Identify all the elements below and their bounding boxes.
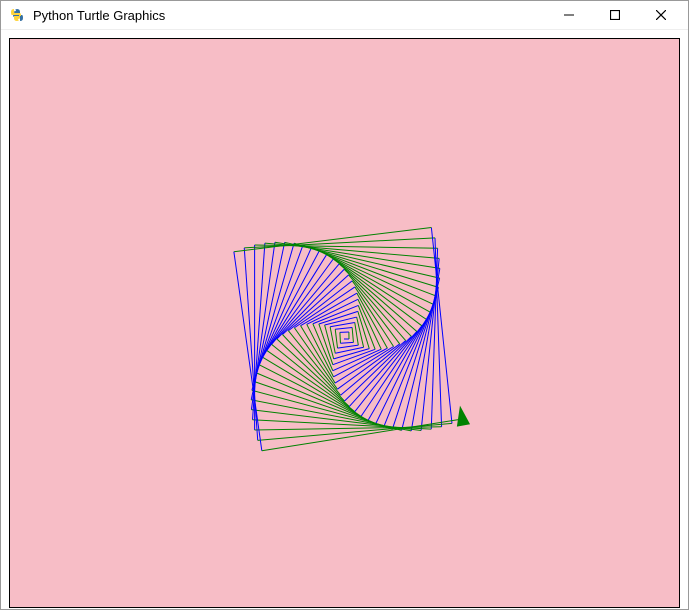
python-turtle-icon (9, 7, 25, 23)
window-title: Python Turtle Graphics (33, 8, 546, 23)
titlebar[interactable]: Python Turtle Graphics (1, 1, 688, 30)
maximize-button[interactable] (592, 1, 638, 29)
close-button[interactable] (638, 1, 684, 29)
spiral-segment (340, 332, 341, 343)
minimize-button[interactable] (546, 1, 592, 29)
canvas-frame (9, 38, 680, 608)
window-frame: Python Turtle Graphics (0, 0, 689, 610)
canvas-background (10, 39, 679, 607)
turtle-canvas (10, 39, 679, 607)
client-area (1, 30, 688, 610)
window-controls (546, 1, 684, 29)
